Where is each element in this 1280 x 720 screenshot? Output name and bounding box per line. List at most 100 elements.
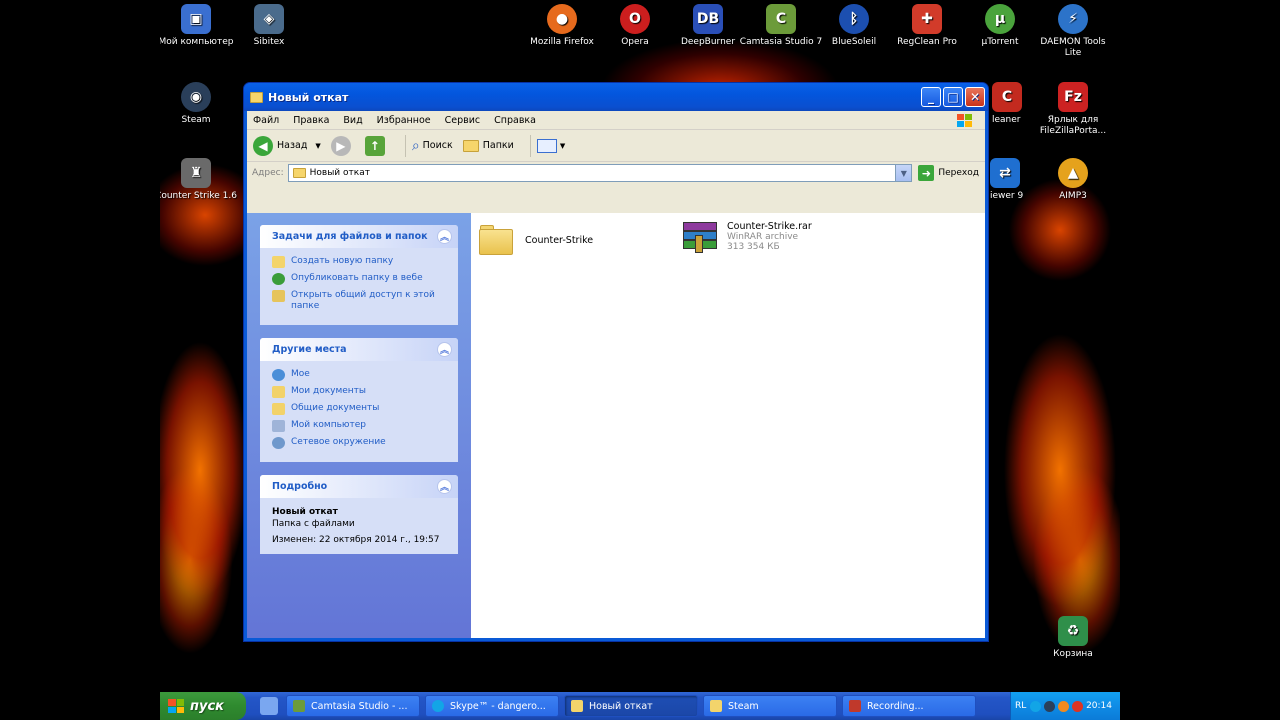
place-label: Мой компьютер (291, 420, 366, 430)
desktop-icon-ccleaner[interactable]: C leaner (992, 82, 1032, 126)
address-input[interactable]: Новый откат ▼ (287, 164, 913, 182)
skype-icon (432, 700, 444, 712)
go-label: Переход (938, 168, 979, 178)
desktop-icon-label: µTorrent (981, 37, 1019, 47)
desktop-icon-label: Camtasia Studio 7 (739, 37, 823, 47)
documents-icon (272, 386, 285, 398)
minimize-button[interactable]: _ (921, 87, 941, 107)
details-panel-title: Подробно (272, 481, 328, 492)
recording-tray-icon[interactable] (1072, 700, 1084, 712)
desktop-icon-aimp[interactable]: ▲ AIMP3 (1031, 158, 1115, 202)
go-button[interactable]: ➜ Переход (918, 165, 979, 181)
menu-help[interactable]: Справка (494, 115, 536, 126)
collapse-icon[interactable]: ︽ (437, 342, 452, 357)
place-my[interactable]: Мое (272, 369, 446, 381)
chevron-down-icon[interactable]: ▼ (315, 142, 320, 150)
place-label: Сетевое окружение (291, 437, 386, 447)
desktop-icon-label: Steam (181, 115, 211, 125)
daemon-tools-icon: ⚡ (1058, 4, 1088, 34)
desktop-icon-steam[interactable]: ◉ Steam (160, 82, 238, 126)
skype-tray-icon[interactable] (1030, 700, 1042, 712)
details-type: Папка с файлами (272, 519, 355, 529)
menu-file[interactable]: Файл (253, 115, 279, 126)
desktop-icon-label: Мой компьютер (160, 37, 234, 47)
desktop-icon-utorrent[interactable]: µ µTorrent (958, 4, 1042, 48)
place-my-computer[interactable]: Мой компьютер (272, 420, 446, 432)
explorer-window: Новый откат _ □ ✕ Файл Правка Вид Избран… (243, 82, 989, 642)
menu-bar: Файл Правка Вид Избранное Сервис Справка (247, 111, 985, 130)
window-client: Файл Правка Вид Избранное Сервис Справка… (247, 111, 985, 638)
back-arrow-icon: ◀ (253, 135, 273, 156)
folder-icon (571, 700, 583, 712)
menu-edit[interactable]: Правка (293, 115, 329, 126)
desktop-icon-filezilla[interactable]: Fz Ярлык для FileZillaPorta... (1031, 82, 1115, 137)
file-item-rar[interactable]: Counter-Strike.rar WinRAR archive 313 35… (681, 221, 812, 255)
task-label: Создать новую папку (291, 256, 394, 266)
task-publish-web[interactable]: Опубликовать папку в вебе (272, 273, 446, 285)
desktop-icon-regclean[interactable]: ✚ RegClean Pro (885, 4, 969, 48)
tasks-panel-title: Задачи для файлов и папок (272, 231, 428, 242)
desktop-icon-bluesoleil[interactable]: ᛒ BlueSoleil (812, 4, 896, 48)
search-button[interactable]: ⌕ Поиск (412, 138, 453, 154)
toolbar: ◀ Назад ▼ ▶ ↑ ⌕ Поиск Папки ▼ (247, 130, 985, 162)
folder-icon (479, 225, 515, 255)
place-network[interactable]: Сетевое окружение (272, 437, 446, 449)
window-titlebar[interactable]: Новый откат _ □ ✕ (244, 83, 988, 111)
sibitex-icon: ◈ (254, 4, 284, 34)
chevron-down-icon: ▼ (559, 141, 566, 150)
collapse-icon[interactable]: ︽ (437, 229, 452, 244)
language-indicator[interactable]: RL (1015, 701, 1026, 711)
close-button[interactable]: ✕ (965, 87, 985, 107)
avast-tray-icon[interactable] (1058, 700, 1070, 712)
place-shared-documents[interactable]: Общие документы (272, 403, 446, 415)
menu-view[interactable]: Вид (343, 115, 362, 126)
details-panel-header[interactable]: Подробно ︽ (260, 475, 458, 498)
taskbar-button-recording[interactable]: Recording... (842, 695, 976, 717)
start-button[interactable]: пуск (160, 692, 246, 720)
collapse-icon[interactable]: ︽ (437, 479, 452, 494)
address-dropdown-icon[interactable]: ▼ (895, 165, 912, 181)
taskbar-button-steam[interactable]: Steam (703, 695, 837, 717)
quick-launch-icon[interactable] (260, 697, 278, 715)
up-button[interactable]: ↑ (364, 135, 389, 156)
desktop-icon-label: DeepBurner (680, 37, 736, 47)
places-panel: Другие места ︽ Мое Мои документы Общие д… (260, 338, 458, 462)
address-value: Новый откат (309, 168, 370, 178)
desktop-icon-recycle-bin[interactable]: ♻ Корзина (1031, 616, 1115, 660)
taskbar-button-skype[interactable]: Skype™ - dangero... (425, 695, 559, 717)
place-label: Мои документы (291, 386, 367, 396)
menu-favorites[interactable]: Избранное (377, 115, 431, 126)
desktop-icon-camtasia[interactable]: C Camtasia Studio 7 (739, 4, 823, 48)
forward-button[interactable]: ▶ (330, 135, 355, 156)
search-icon: ⌕ (411, 137, 420, 154)
steam-tray-icon[interactable] (1044, 700, 1056, 712)
back-button[interactable]: ◀ Назад ▼ (253, 135, 321, 156)
desktop-icon-sibitex[interactable]: ◈ Sibitex (227, 4, 311, 48)
file-item-folder[interactable]: Counter-Strike (479, 225, 593, 255)
taskbar-button-camtasia[interactable]: Camtasia Studio - ... (286, 695, 420, 717)
desktop-icon-daemon-tools[interactable]: ⚡ DAEMON Tools Lite (1031, 4, 1115, 59)
opera-icon: O (620, 4, 650, 34)
desktop-icon-counter-strike[interactable]: ♜ Counter Strike 1.6 (160, 158, 238, 202)
tasks-panel-header[interactable]: Задачи для файлов и папок ︽ (260, 225, 458, 248)
task-new-folder[interactable]: Создать новую папку (272, 256, 446, 268)
places-panel-header[interactable]: Другие места ︽ (260, 338, 458, 361)
views-button[interactable]: ▼ (536, 138, 566, 153)
place-my-documents[interactable]: Мои документы (272, 386, 446, 398)
teamviewer-icon: ⇄ (990, 158, 1020, 188)
desktop-icon-deepburner[interactable]: DB DeepBurner (666, 4, 750, 48)
desktop-icon-label: iewer 9 (990, 191, 1024, 201)
counter-strike-icon: ♜ (181, 158, 211, 188)
desktop-icon-opera[interactable]: O Opera (593, 4, 677, 48)
utorrent-icon: µ (985, 4, 1015, 34)
menu-tools[interactable]: Сервис (445, 115, 481, 126)
taskbar-button-label: Новый откат (589, 700, 653, 712)
folders-button[interactable]: Папки (462, 139, 514, 152)
desktop-icon-label: leaner (992, 115, 1021, 125)
globe-icon (272, 273, 285, 285)
task-share-folder[interactable]: Открыть общий доступ к этой папке (272, 290, 446, 312)
desktop-icon-label: Mozilla Firefox (530, 37, 594, 47)
maximize-button[interactable]: □ (943, 87, 963, 107)
desktop-icon-firefox[interactable]: ● Mozilla Firefox (520, 4, 604, 48)
taskbar-button-explorer[interactable]: Новый откат (564, 695, 698, 717)
